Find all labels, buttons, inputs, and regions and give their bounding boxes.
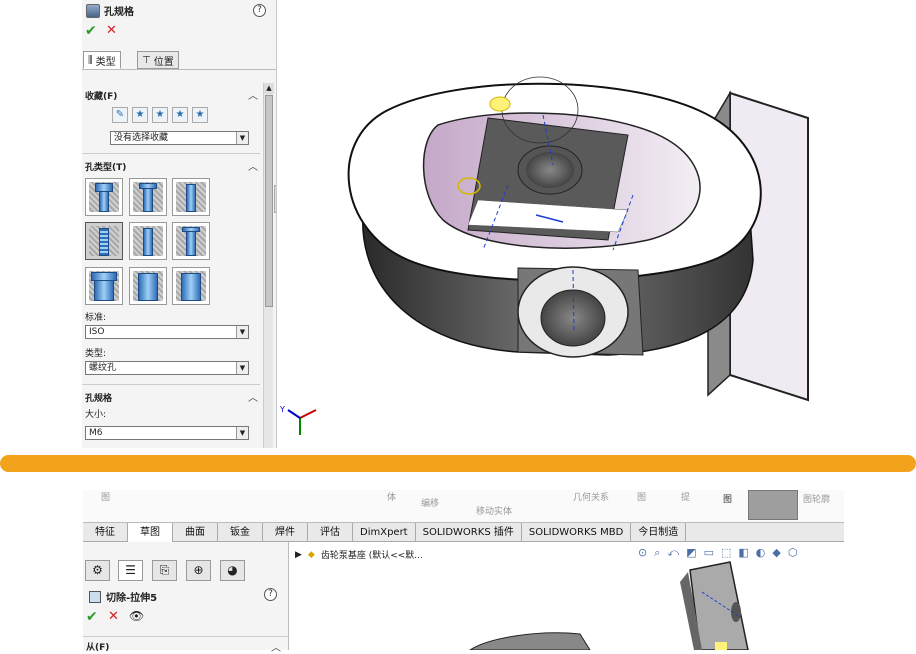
size-dropdown[interactable]: M6 bbox=[85, 426, 249, 440]
collapse-spec-icon[interactable]: ︿ bbox=[248, 389, 258, 404]
hole-spec-property-manager: 孔规格 ? ✔ ✕ ⫼ 类型 ⊤ 位置 收藏(F) ︿ ✎ ★ ★ ★ ★ 没有… bbox=[82, 0, 277, 448]
type-label: 类型: bbox=[85, 349, 107, 359]
legacy-hole-button[interactable] bbox=[172, 222, 210, 260]
tab-weldments[interactable]: 焊件 bbox=[263, 523, 308, 542]
help-icon[interactable]: ? bbox=[253, 4, 266, 17]
slot-button[interactable] bbox=[172, 267, 210, 305]
tab-manufacturing[interactable]: 今日制造 bbox=[631, 523, 687, 542]
pm-title: 孔规格 bbox=[104, 7, 134, 18]
pm-header: 孔规格 bbox=[86, 3, 134, 18]
from-section-title: 从(F) bbox=[86, 643, 110, 653]
countersink-slot-button[interactable] bbox=[129, 267, 167, 305]
scroll-thumb[interactable] bbox=[265, 95, 273, 307]
delete-favorite-icon[interactable]: ★ bbox=[152, 107, 168, 123]
ribbon-text: 体 bbox=[387, 493, 397, 503]
divider bbox=[82, 384, 260, 385]
ribbon-text: 移动实体 bbox=[476, 507, 513, 517]
simple-hole-button[interactable] bbox=[172, 178, 210, 216]
ribbon-text: 图 bbox=[101, 493, 111, 503]
position-tab-icon: ⊤ bbox=[142, 54, 151, 66]
top-graphics-area[interactable]: Y bbox=[278, 0, 822, 448]
divider bbox=[83, 636, 289, 637]
display-manager-tab-icon[interactable]: ◕ bbox=[220, 560, 245, 581]
help-icon[interactable]: ? bbox=[264, 588, 277, 601]
top-hole-thread bbox=[526, 152, 574, 188]
orange-separator bbox=[0, 455, 916, 472]
hole-wizard-icon bbox=[86, 3, 100, 18]
preview-eye-icon[interactable]: 👁 bbox=[129, 609, 144, 623]
sketch-preview-box bbox=[748, 490, 798, 520]
collapse-hole-type-icon[interactable]: ︿ bbox=[248, 158, 258, 173]
dimxpert-tab-icon[interactable]: ⊕ bbox=[186, 560, 211, 581]
ok-button[interactable]: ✔ bbox=[85, 23, 97, 39]
tab-evaluate[interactable]: 评估 bbox=[308, 523, 353, 542]
yellow-point-1 bbox=[489, 96, 511, 112]
size-label: 大小: bbox=[85, 410, 107, 420]
tab-features[interactable]: 特征 bbox=[83, 523, 128, 542]
standard-label: 标准: bbox=[85, 313, 107, 323]
cancel-button[interactable]: ✕ bbox=[108, 609, 119, 624]
tab-position[interactable]: ⊤ 位置 bbox=[137, 51, 179, 69]
tab-position-label: 位置 bbox=[153, 56, 174, 68]
tab-surfaces[interactable]: 曲面 bbox=[173, 523, 218, 542]
add-favorite-icon[interactable]: ★ bbox=[132, 107, 148, 123]
tab-dimxpert[interactable]: DimXpert bbox=[353, 523, 416, 542]
config-manager-tab-icon[interactable]: ⎘ bbox=[152, 560, 177, 581]
pm-title: 切除-拉伸5 bbox=[106, 593, 158, 604]
ok-button[interactable]: ✔ bbox=[86, 609, 98, 625]
type-dropdown[interactable]: 螺纹孔 bbox=[85, 361, 249, 375]
standard-dropdown[interactable]: ISO bbox=[85, 325, 249, 339]
hole-type-title: 孔类型(T) bbox=[85, 163, 127, 173]
triad-icon: Y bbox=[279, 405, 317, 435]
save-favorite-icon[interactable]: ★ bbox=[172, 107, 188, 123]
tab-sheet-metal[interactable]: 钣金 bbox=[218, 523, 263, 542]
ribbon-text: 编移 bbox=[421, 499, 440, 509]
panel-collapse-handle[interactable] bbox=[274, 185, 276, 213]
collapse-from-icon[interactable]: ︿ bbox=[271, 639, 281, 654]
favorites-dropdown[interactable]: 没有选择收藏 bbox=[110, 131, 249, 145]
cut-extrude-icon bbox=[89, 590, 101, 603]
load-favorite-icon[interactable]: ★ bbox=[192, 107, 208, 123]
bottom-model-view bbox=[469, 561, 749, 650]
svg-text:Y: Y bbox=[279, 405, 285, 414]
yellow-marker bbox=[715, 642, 727, 650]
pm-header: 切除-拉伸5 bbox=[89, 589, 157, 604]
counterbore-slot-button[interactable] bbox=[85, 267, 123, 305]
tab-type-label: 类型 bbox=[95, 56, 116, 68]
tapered-tap-button[interactable] bbox=[129, 222, 167, 260]
ribbon-text: 图轮廓 bbox=[803, 495, 831, 505]
countersink-button[interactable] bbox=[129, 178, 167, 216]
cancel-button[interactable]: ✕ bbox=[106, 23, 117, 38]
tab-divider bbox=[82, 69, 276, 70]
tab-type[interactable]: ⫼ 类型 bbox=[83, 51, 121, 69]
body-top-edge bbox=[469, 632, 591, 650]
faded-ribbon: 图 体 编移 移动实体 几何关系 图 提 图 图轮廓 bbox=[83, 490, 844, 522]
straight-tap-button[interactable] bbox=[85, 222, 123, 260]
hole-spec-title: 孔规格 bbox=[85, 394, 113, 404]
command-manager-tabs: 特征 草图 曲面 钣金 焊件 评估 DimXpert SOLIDWORKS 插件… bbox=[83, 522, 844, 542]
collapse-favorites-icon[interactable]: ︿ bbox=[248, 87, 258, 102]
top-model-view: Y bbox=[279, 76, 809, 435]
divider bbox=[82, 153, 260, 154]
ribbon-text: 几何关系 bbox=[573, 493, 610, 503]
apply-defaults-icon[interactable]: ✎ bbox=[112, 107, 128, 123]
property-manager-tab-icon[interactable]: ☰ bbox=[118, 560, 143, 581]
type-tab-icon: ⫼ bbox=[88, 54, 93, 66]
tab-addins[interactable]: SOLIDWORKS 插件 bbox=[416, 523, 522, 542]
ribbon-text: 图 bbox=[637, 493, 647, 503]
tab-sketch[interactable]: 草图 bbox=[128, 523, 173, 542]
pm-scrollbar[interactable]: ▲ bbox=[263, 83, 274, 448]
bottom-graphics-area[interactable]: ▶ ◆ 齿轮泵基座 (默认<<默... ⊙ ⌕ ⤺ ◩ ▭ ⬚ ◧ ◐ ◆ ⬡ bbox=[290, 542, 844, 650]
feature-tree-tab-icon[interactable]: ⚙ bbox=[85, 560, 110, 581]
favorites-title: 收藏(F) bbox=[85, 92, 118, 102]
ribbon-text: 提 bbox=[681, 493, 691, 503]
scroll-up-icon[interactable]: ▲ bbox=[264, 83, 274, 94]
tab-mbd[interactable]: SOLIDWORKS MBD bbox=[522, 523, 632, 542]
ribbon-text: 图 bbox=[723, 495, 733, 505]
cut-extrude-property-manager: ⚙ ☰ ⎘ ⊕ ◕ 切除-拉伸5 ? ✔ ✕ 👁 从(F) ︿ bbox=[83, 542, 289, 654]
counterbore-button[interactable] bbox=[85, 178, 123, 216]
